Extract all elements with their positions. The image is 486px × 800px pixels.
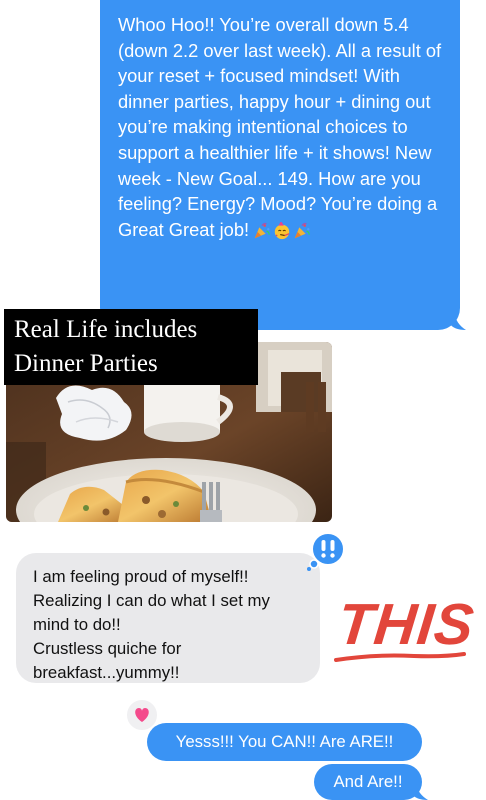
- bubble-tail: [450, 312, 466, 330]
- outgoing-message-bubble[interactable]: And Are!!: [314, 764, 428, 800]
- outgoing-message-text: And Are!!: [333, 772, 403, 791]
- caption-line-2: Dinner Parties: [14, 350, 158, 377]
- party-popper-icon: [254, 223, 270, 239]
- reply-line: breakfast...yummy!!: [33, 663, 180, 682]
- reply-line: Crustless quiche for: [33, 639, 182, 658]
- outgoing-message-bubble[interactable]: Yesss!!! You CAN!! Are ARE!!: [147, 723, 422, 761]
- photo-caption: Real Life includes Dinner Parties: [4, 309, 258, 385]
- reply-line: Realizing I can do what I set my: [33, 591, 270, 610]
- emoji-group: [251, 218, 311, 244]
- reply-line: mind to do!!: [33, 615, 121, 634]
- this-underline: [334, 652, 466, 662]
- party-popper-icon: [294, 223, 310, 239]
- reply-line: I am feeling proud of myself!!: [33, 567, 249, 586]
- coach-message-bubble[interactable]: Whoo Hoo!! You’re overall down 5.4 (down…: [100, 0, 466, 330]
- double-exclamation-icon[interactable]: [305, 531, 349, 571]
- bubble-tail: [412, 784, 428, 800]
- outgoing-message-text: Yesss!!! You CAN!! Are ARE!!: [175, 732, 394, 751]
- this-sticker: THIS: [334, 590, 478, 670]
- partying-face-icon: [274, 222, 290, 240]
- client-reply-bubble[interactable]: I am feeling proud of myself!! Realizing…: [16, 553, 320, 683]
- coach-message-text: Whoo Hoo!! You’re overall down 5.4 (down…: [118, 12, 442, 244]
- caption-line-1: Real Life includes: [14, 316, 198, 343]
